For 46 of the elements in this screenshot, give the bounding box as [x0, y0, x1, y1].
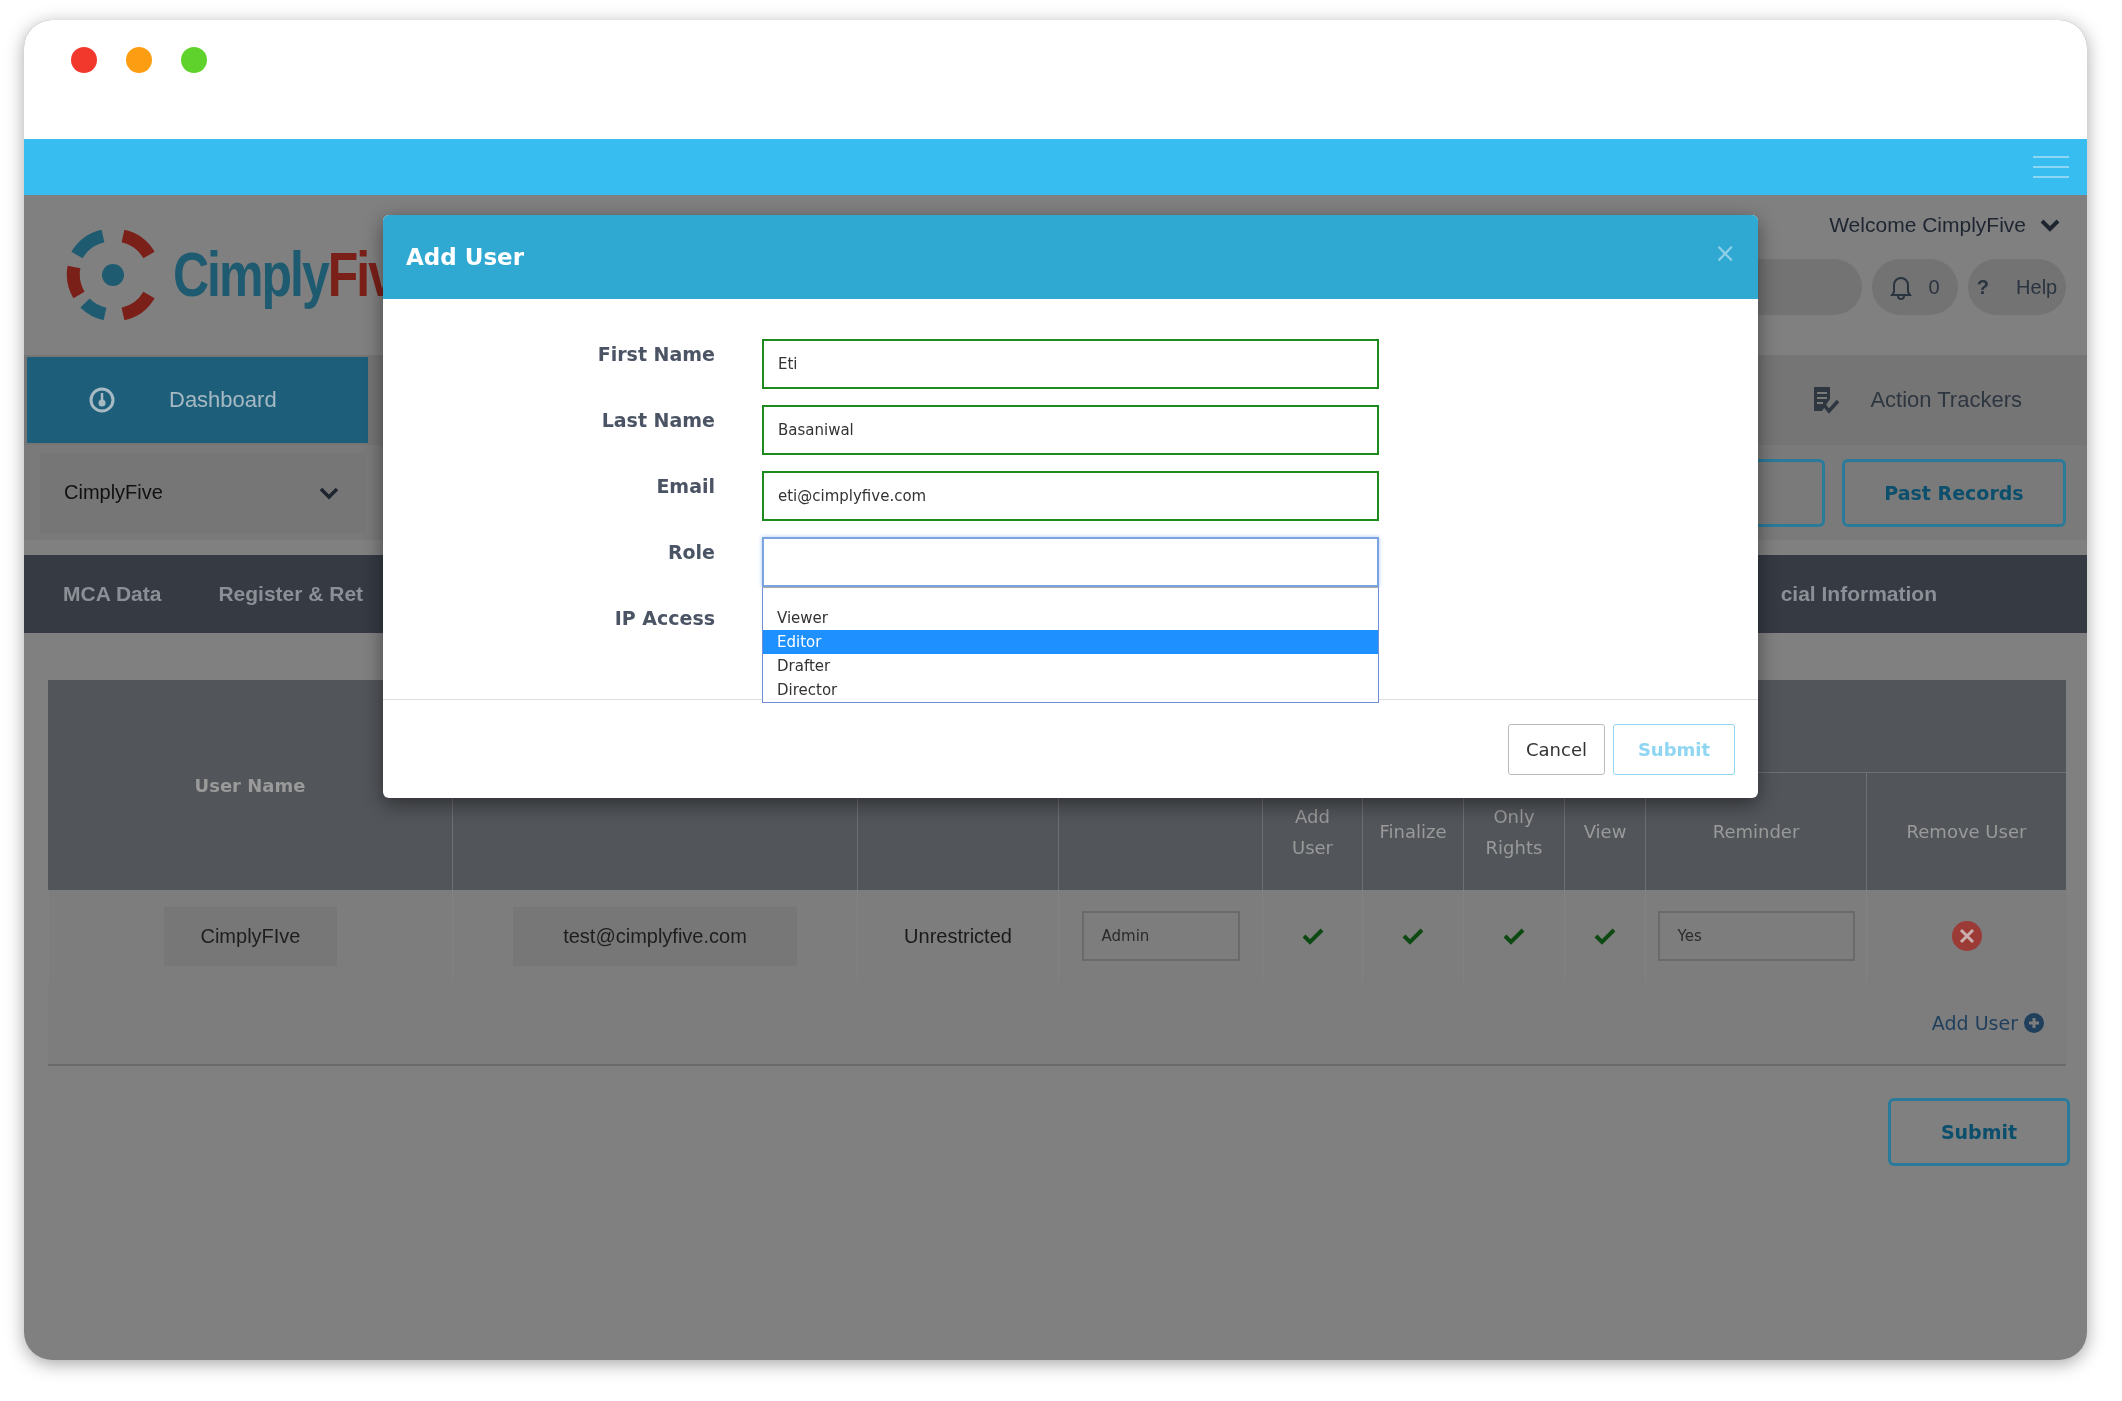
role-field[interactable]: Admin — [1081, 911, 1240, 961]
cancel-button[interactable]: Cancel — [1508, 723, 1605, 775]
dropdown-option[interactable]: Drafter — [763, 654, 1378, 678]
minimize-window-icon[interactable] — [126, 46, 152, 73]
field-label: First Name — [596, 342, 715, 367]
input-field[interactable]: eti@cimplyfive.com — [762, 471, 1379, 521]
column-header: Remove User — [1866, 773, 2066, 890]
menu-icon[interactable] — [2033, 155, 2069, 179]
field-label: Role — [666, 540, 715, 565]
past-records-button[interactable]: Past Records — [1842, 458, 2066, 527]
checklist-icon — [1812, 385, 1841, 415]
remove-icon[interactable] — [1950, 920, 1983, 952]
menu-item[interactable]: Register & Ret — [218, 582, 364, 606]
nav-tab[interactable]: Action Trackers — [1812, 385, 2022, 415]
submit-button[interactable]: Submit — [1888, 1098, 2070, 1166]
notifications-button[interactable]: 0 — [1872, 259, 1958, 315]
field-label: Email — [655, 474, 715, 499]
dropdown-option[interactable]: Viewer — [763, 606, 1378, 630]
user-menu[interactable]: Welcome CimplyFive — [1829, 213, 2066, 237]
company-select[interactable]: CimplyFive — [40, 452, 365, 533]
add-user-link[interactable]: Add User — [1931, 1012, 2018, 1034]
close-window-icon[interactable] — [71, 46, 97, 73]
dialog-title: Add User — [406, 244, 525, 270]
maximize-window-icon[interactable] — [181, 46, 207, 73]
dashboard-icon — [89, 387, 115, 413]
dropdown-option[interactable]: Editor — [763, 630, 1378, 654]
column-header: User Name — [48, 680, 452, 890]
chevron-down-icon — [2040, 218, 2060, 232]
plus-circle-icon[interactable] — [2024, 1013, 2044, 1033]
reminder-field[interactable]: Yes — [1657, 911, 1855, 961]
nav-tab[interactable]: Dashboard — [27, 357, 368, 443]
menu-item[interactable]: cial Information — [1780, 582, 1937, 606]
table-cell: test@cimplyfive.com — [513, 906, 797, 966]
dropdown-option[interactable]: Director — [763, 678, 1378, 702]
chevron-down-icon — [319, 485, 339, 500]
bell-icon — [1890, 274, 1913, 300]
search-field[interactable] — [1758, 259, 1862, 315]
table-cell: Unrestricted — [904, 924, 1012, 948]
field-label: IP Access — [613, 606, 715, 631]
help-button[interactable]: ? Help — [1968, 259, 2066, 315]
field-label: Last Name — [600, 408, 715, 433]
input-field[interactable]: Basaniwal — [762, 405, 1379, 455]
menu-item[interactable]: MCA Data — [63, 582, 162, 606]
role-select[interactable] — [762, 537, 1379, 587]
input-field[interactable]: Eti — [762, 339, 1379, 389]
table-cell: CimplyFIve — [164, 906, 337, 966]
